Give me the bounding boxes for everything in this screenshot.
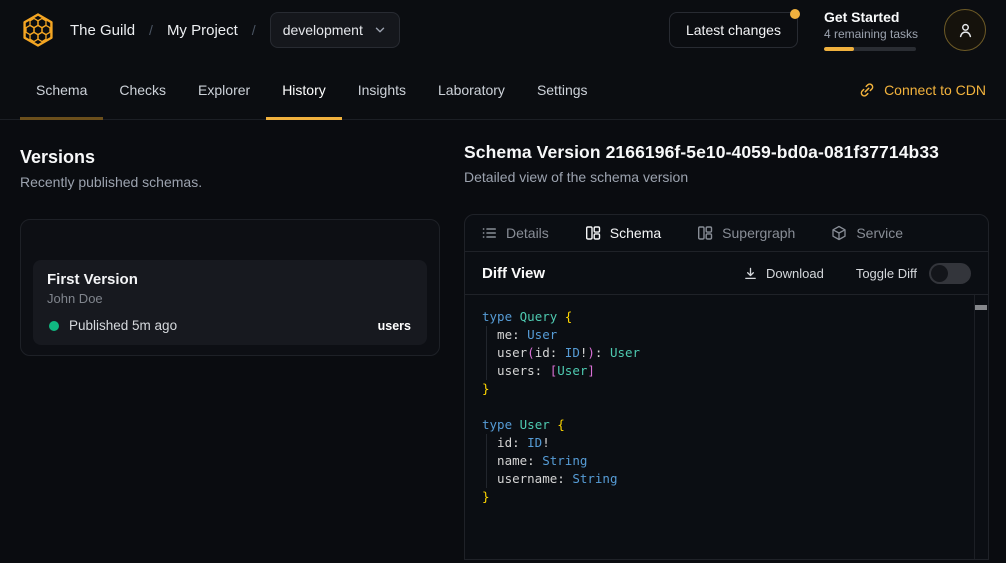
schema-version-subtitle: Detailed view of the schema version (464, 169, 989, 185)
editor-scrollbar-track[interactable] (974, 295, 988, 559)
version-author: John Doe (47, 291, 411, 306)
schema-view-panel: Details Schema Supergraph Service Diff V… (464, 214, 989, 560)
diff-view-title: Diff View (482, 265, 545, 282)
detail-tab-label: Service (856, 225, 903, 241)
editor-scrollbar-thumb[interactable] (975, 305, 987, 310)
download-label: Download (766, 266, 824, 281)
nav-tab-laboratory[interactable]: Laboratory (422, 60, 521, 119)
person-icon (957, 22, 974, 39)
app-header: The Guild / My Project / development Lat… (0, 0, 1006, 60)
versions-title: Versions (20, 147, 440, 168)
get-started-progress-fill (824, 47, 854, 51)
header-right: Latest changes Get Started 4 remaining t… (669, 9, 986, 51)
code-line: user(id: ID!): User (482, 344, 988, 362)
versions-panel: Versions Recently published schemas. Fir… (0, 120, 464, 563)
versions-list-card: First Version John Doe Published 5m ago … (20, 219, 440, 356)
nav-tab-checks[interactable]: Checks (103, 60, 182, 119)
active-tab-underline (266, 117, 342, 120)
code-line: name: String (482, 452, 988, 470)
detail-tab-supergraph[interactable]: Supergraph (697, 225, 795, 241)
detail-tab-service[interactable]: Service (831, 225, 903, 241)
nav-tab-history[interactable]: History (266, 60, 342, 119)
get-started-subtitle: 4 remaining tasks (824, 27, 918, 42)
nav-tab-explorer[interactable]: Explorer (182, 60, 266, 119)
latest-changes-label: Latest changes (686, 22, 781, 38)
nav-tab-insights[interactable]: Insights (342, 60, 422, 119)
main-content: Versions Recently published schemas. Fir… (0, 120, 1006, 563)
detail-tab-label: Supergraph (722, 225, 795, 241)
breadcrumb-separator: / (252, 22, 256, 38)
active-tab-underline (20, 117, 103, 120)
connect-to-cdn-link[interactable]: Connect to CDN (859, 60, 986, 119)
columns-icon (585, 225, 601, 241)
schema-code-editor: type Query { me: User user(id: ID!): Use… (465, 295, 988, 559)
detail-tab-details[interactable]: Details (481, 225, 549, 241)
version-service-badge: users (378, 319, 411, 333)
toggle-diff-switch[interactable] (929, 263, 971, 284)
target-selector[interactable]: development (270, 12, 400, 48)
toggle-diff-knob (931, 265, 948, 282)
columns-icon (697, 225, 713, 241)
code-line: me: User (482, 326, 988, 344)
get-started-progress-bar (824, 47, 916, 51)
notification-dot (790, 9, 800, 19)
detail-tab-label: Schema (610, 225, 661, 241)
schema-version-title: Schema Version 2166196f-5e10-4059-bd0a-0… (464, 142, 989, 163)
code-line: username: String (482, 470, 988, 488)
connect-to-cdn-label: Connect to CDN (884, 82, 986, 98)
code-block: type Query { me: User user(id: ID!): Use… (482, 308, 988, 506)
published-status-icon (49, 321, 59, 331)
version-name: First Version (47, 271, 411, 288)
version-status: Published 5m ago (69, 318, 177, 333)
versions-subtitle: Recently published schemas. (20, 174, 440, 190)
download-button[interactable]: Download (743, 266, 824, 281)
get-started-widget[interactable]: Get Started 4 remaining tasks (824, 9, 918, 51)
code-line (482, 398, 988, 416)
version-detail-panel: Schema Version 2166196f-5e10-4059-bd0a-0… (464, 120, 1006, 563)
breadcrumb-separator: / (149, 22, 153, 38)
diff-view-header: Diff View Download Toggle Diff (465, 252, 988, 295)
target-selector-value: development (283, 22, 363, 38)
chevron-down-icon (373, 23, 387, 37)
nav-tab-settings[interactable]: Settings (521, 60, 604, 119)
code-line: type User { (482, 416, 988, 434)
user-avatar[interactable] (944, 9, 986, 51)
detail-tab-schema[interactable]: Schema (585, 225, 661, 241)
breadcrumb-project[interactable]: My Project (167, 22, 238, 39)
nav-tab-schema[interactable]: Schema (20, 60, 103, 119)
get-started-title: Get Started (824, 9, 918, 26)
code-line: } (482, 380, 988, 398)
latest-changes-button[interactable]: Latest changes (669, 12, 798, 48)
toggle-diff-label: Toggle Diff (856, 266, 917, 281)
main-navbar: SchemaChecksExplorerHistoryInsightsLabor… (0, 60, 1006, 120)
list-icon (481, 225, 497, 241)
code-line: type Query { (482, 308, 988, 326)
guild-logo-icon[interactable] (20, 12, 56, 48)
detail-tabs: Details Schema Supergraph Service (465, 215, 988, 252)
code-line: users: [User] (482, 362, 988, 380)
code-line: id: ID! (482, 434, 988, 452)
cube-icon (831, 225, 847, 241)
detail-tab-label: Details (506, 225, 549, 241)
breadcrumb-org[interactable]: The Guild (70, 22, 135, 39)
nav-tabs: SchemaChecksExplorerHistoryInsightsLabor… (20, 60, 604, 119)
version-list-item[interactable]: First Version John Doe Published 5m ago … (33, 260, 427, 345)
code-line: } (482, 488, 988, 506)
breadcrumb: The Guild / My Project / development (70, 12, 400, 48)
chain-link-icon (859, 82, 875, 98)
download-icon (743, 266, 758, 281)
